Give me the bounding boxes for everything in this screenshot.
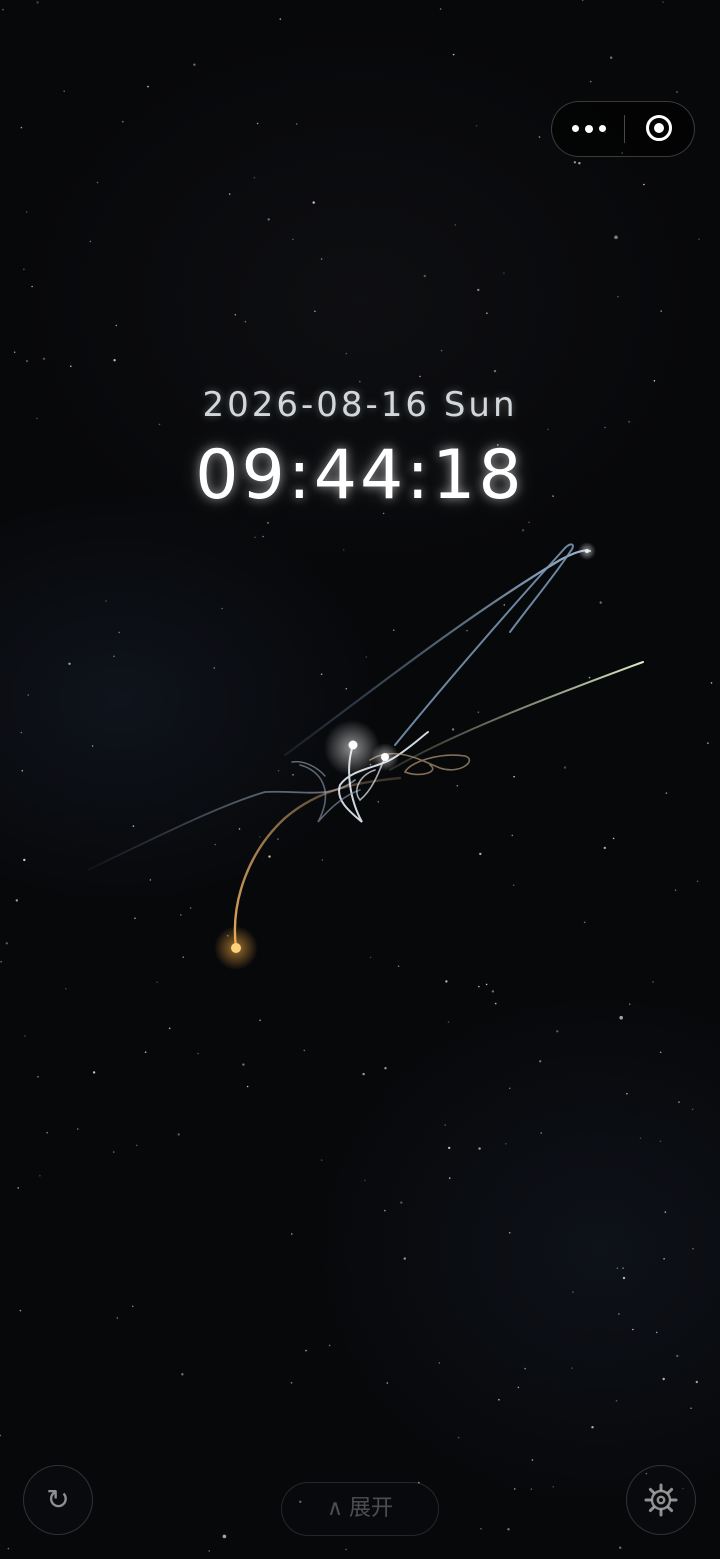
orbit-trail-blue-long — [283, 549, 592, 757]
time-label: 09:44:18 — [195, 436, 525, 515]
gear-icon — [644, 1483, 678, 1517]
expand-button[interactable]: ∧ 展开 — [281, 1482, 439, 1536]
app-screen: 2026-08-16 Sun 09:44:18 ↻ ∧ 展开 — [0, 0, 720, 1559]
expand-label: 展开 — [349, 1496, 394, 1521]
settings-button[interactable] — [626, 1465, 696, 1535]
body-far — [585, 549, 589, 553]
body-orange — [231, 943, 241, 953]
orbit-trail-left — [87, 779, 356, 871]
close-button[interactable] — [625, 102, 694, 155]
body-white-1 — [348, 740, 358, 750]
chevron-up-icon: ∧ — [326, 1496, 344, 1521]
clock-display: 2026-08-16 Sun 09:44:18 — [0, 380, 720, 516]
orbit-simulation — [87, 542, 644, 970]
mini-program-capsule — [551, 101, 695, 157]
refresh-button[interactable]: ↻ — [23, 1465, 93, 1535]
more-dots-icon — [572, 124, 606, 133]
orbit-trail-blue-inner — [394, 543, 574, 746]
body-white-2 — [381, 753, 389, 761]
more-button[interactable] — [552, 102, 624, 155]
date-label: 2026-08-16 Sun — [202, 385, 518, 425]
target-icon — [646, 115, 672, 141]
orbit-trail-orange — [233, 776, 402, 950]
refresh-icon: ↻ — [46, 1483, 70, 1516]
orbit-trail-green — [389, 661, 644, 771]
